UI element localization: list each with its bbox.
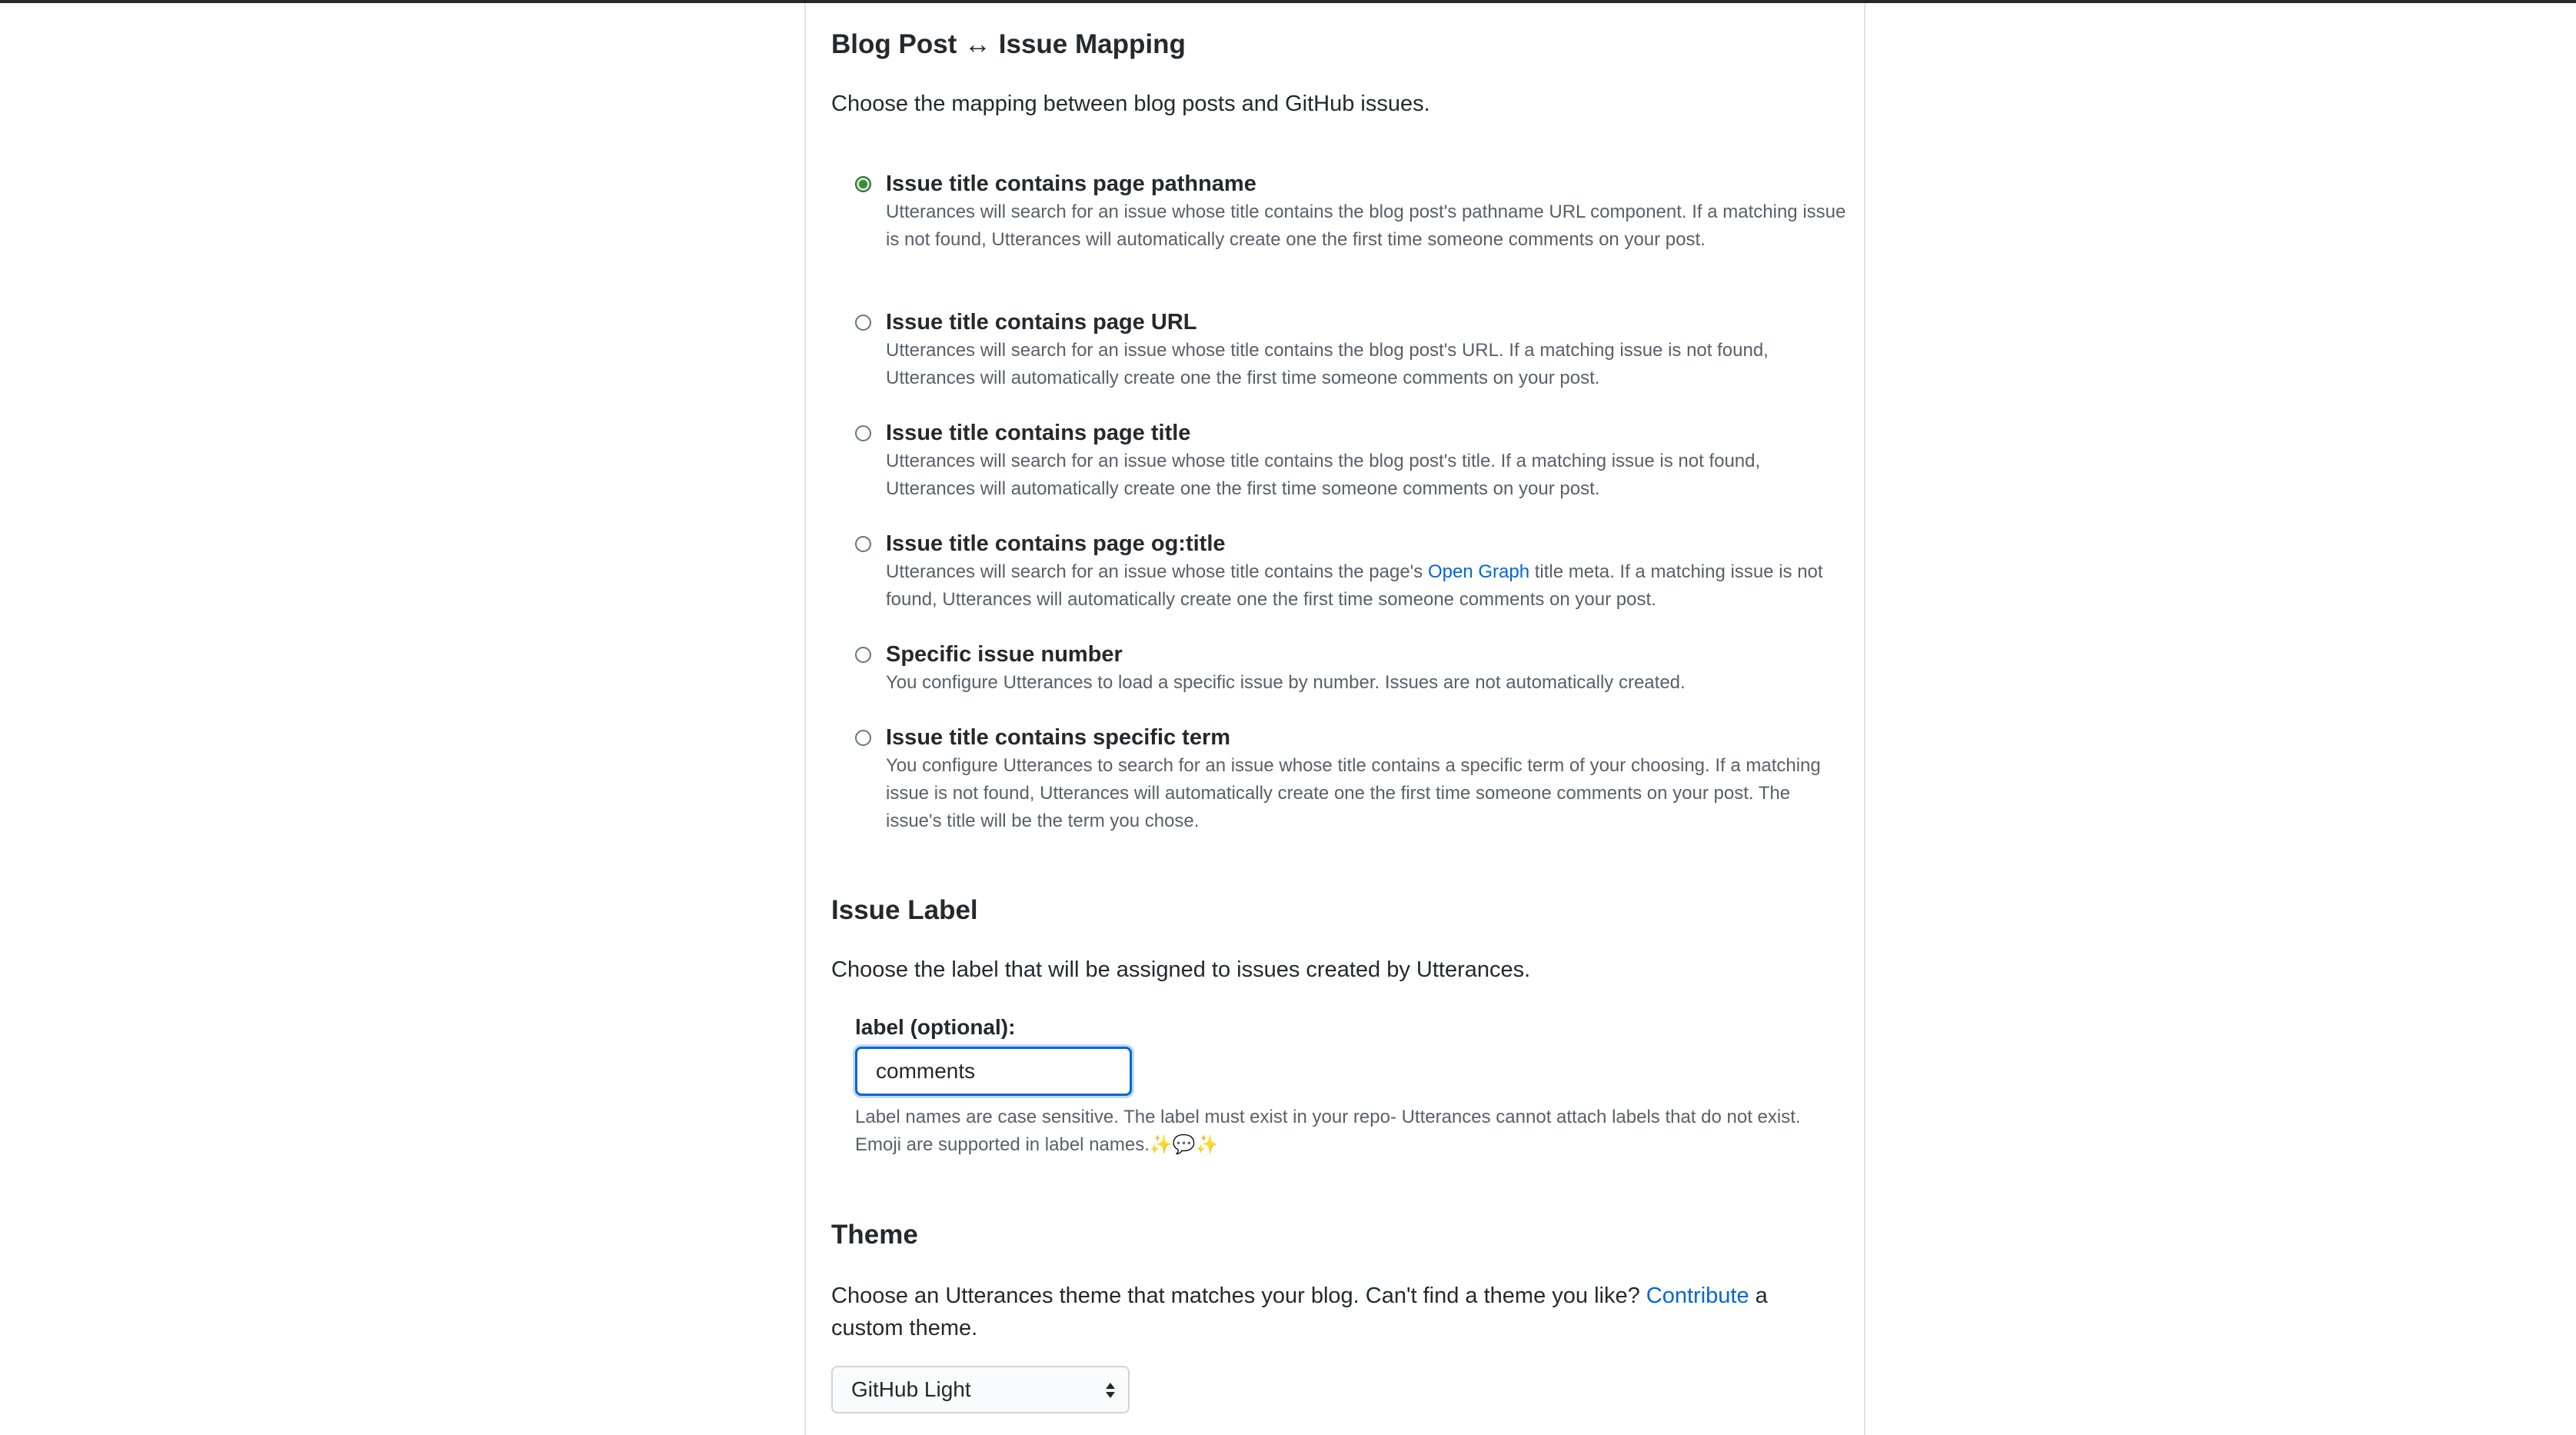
og-desc-before: Utterances will search for an issue whos…	[886, 561, 1428, 582]
option-label-url[interactable]: Issue title contains page URL	[886, 308, 1196, 337]
label-section-description: Choose the label that will be assigned t…	[831, 957, 1531, 982]
radio-og-title[interactable]	[855, 536, 871, 552]
option-description-title: Utterances will search for an issue whos…	[886, 451, 1761, 499]
configuration-panel: Blog Post ↔ Issue Mapping Choose the map…	[804, 3, 1865, 1435]
option-label-og-title[interactable]: Issue title contains page og:title	[886, 529, 1226, 558]
option-label-pathname[interactable]: Issue title contains page pathname	[886, 169, 1256, 198]
open-graph-link[interactable]: Open Graph	[1428, 561, 1529, 582]
option-label-issue-number[interactable]: Specific issue number	[886, 640, 1123, 669]
theme-select[interactable]: GitHub Light	[831, 1366, 1130, 1413]
contribute-link[interactable]: Contribute	[1646, 1284, 1749, 1308]
theme-section-description: Choose an Utterances theme that matches …	[831, 1280, 1831, 1344]
option-description-specific-term: You configure Utterances to search for a…	[886, 755, 1821, 831]
option-description-pathname: Utterances will search for an issue whos…	[886, 201, 1846, 250]
option-description-og-title: Utterances will search for an issue whos…	[886, 558, 1847, 614]
option-description-issue-number: You configure Utterances to load a speci…	[886, 672, 1686, 693]
radio-pathname[interactable]	[855, 176, 871, 192]
radio-specific-term[interactable]	[855, 730, 871, 746]
label-field-label: label (optional):	[855, 1015, 1016, 1039]
option-label-specific-term[interactable]: Issue title contains specific term	[886, 723, 1230, 752]
select-arrows-icon	[1106, 1383, 1115, 1398]
theme-select-value: GitHub Light	[851, 1377, 971, 1401]
label-note: Label names are case sensitive. The labe…	[855, 1107, 1801, 1155]
mapping-section-description: Choose the mapping between blog posts an…	[831, 92, 1430, 116]
option-label-title[interactable]: Issue title contains page title	[886, 418, 1190, 448]
label-section-title: Issue Label	[831, 895, 978, 925]
theme-desc-before: Choose an Utterances theme that matches …	[831, 1284, 1646, 1308]
mapping-section-title: Blog Post ↔ Issue Mapping	[831, 29, 1186, 59]
radio-url[interactable]	[855, 315, 871, 331]
radio-issue-number[interactable]	[855, 647, 871, 663]
radio-title[interactable]	[855, 425, 871, 441]
label-input[interactable]	[855, 1047, 1132, 1096]
theme-section-title: Theme	[831, 1220, 918, 1250]
option-description-url: Utterances will search for an issue whos…	[886, 340, 1769, 388]
